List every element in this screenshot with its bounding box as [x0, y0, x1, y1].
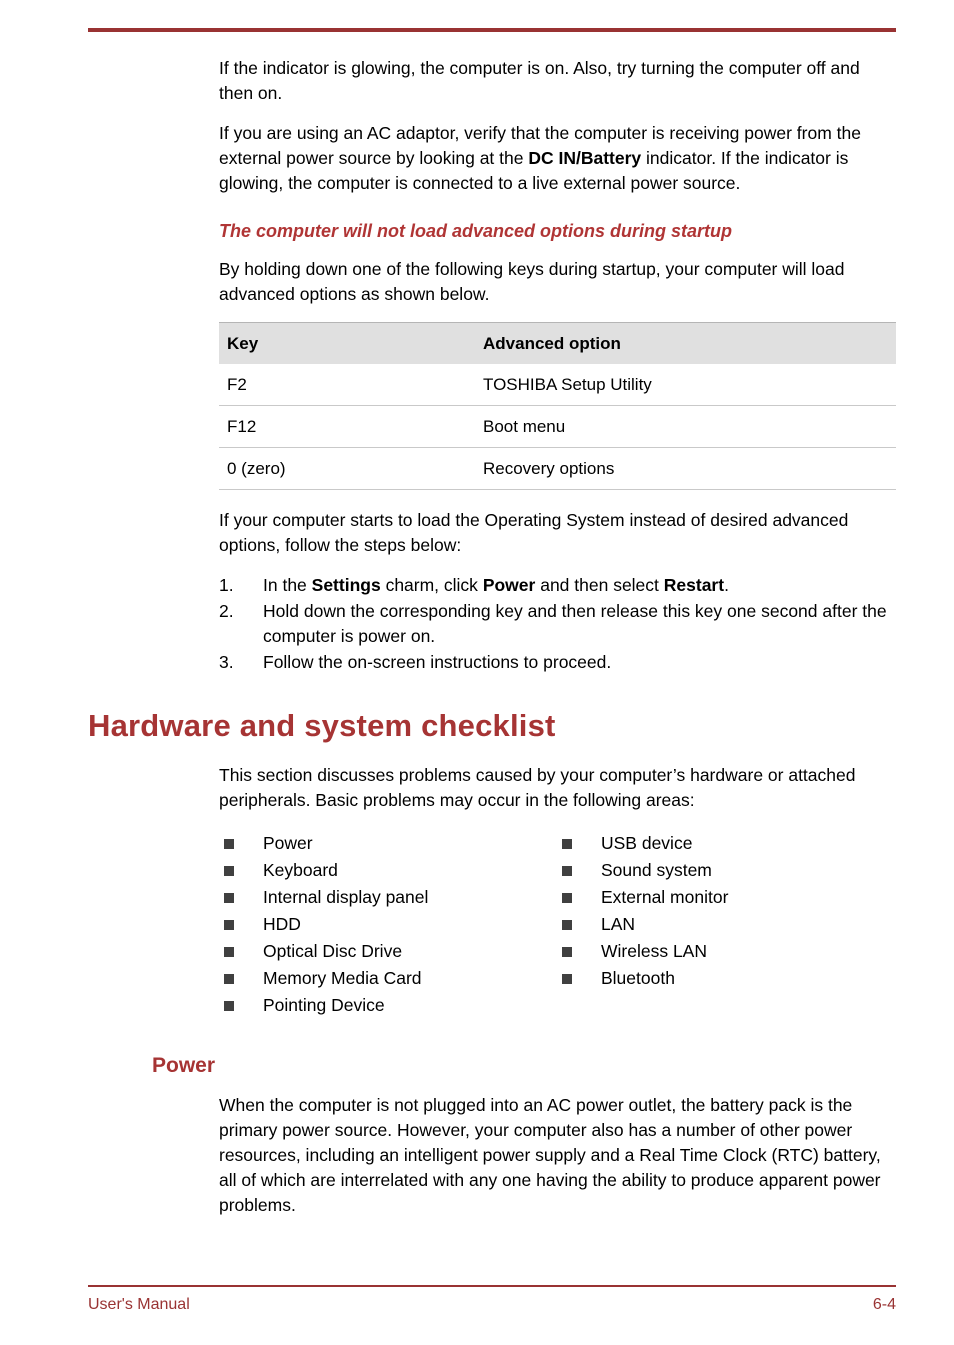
column-header-advanced-option: Advanced option [475, 322, 896, 364]
step-emphasis-power: Power [482, 575, 536, 595]
table-row: F12 Boot menu [219, 405, 896, 448]
square-bullet-icon [224, 866, 234, 876]
square-bullet-icon [562, 974, 572, 984]
square-bullet-icon [224, 1001, 234, 1011]
list-item: 3. Follow the on-screen instructions to p… [0, 650, 954, 675]
list-item: Keyboard [219, 857, 557, 884]
step-number: 3. [219, 652, 234, 672]
square-bullet-icon [562, 839, 572, 849]
ordered-steps-list: 1. In the Settings charm, click Power and… [0, 573, 954, 675]
paragraph-ac-adaptor: If you are using an AC adaptor, verify t… [0, 121, 954, 196]
subsection-heading-advanced-options: The computer will not load advanced opti… [219, 221, 733, 241]
square-bullet-icon [224, 893, 234, 903]
list-item: 1. In the Settings charm, click Power and… [0, 573, 954, 598]
step-text-3: and then select [535, 575, 664, 595]
table-header-row: Key Advanced option [219, 322, 896, 364]
footer-page-number: 6-4 [872, 1296, 896, 1313]
list-item: External monitor [557, 884, 895, 911]
column-header-key: Key [219, 322, 475, 364]
list-item: Bluetooth [557, 965, 895, 992]
checklist-label: Wireless LAN [601, 941, 707, 961]
page-footer: User's Manual 6-4 [88, 1294, 896, 1316]
checklist-column-right: USB device Sound system External monitor… [557, 830, 895, 1019]
paragraph-steps-intro: If your computer starts to load the Oper… [219, 510, 849, 555]
checklist-label: Pointing Device [263, 995, 385, 1015]
list-item: LAN [557, 911, 895, 938]
list-item: Optical Disc Drive [219, 938, 557, 965]
square-bullet-icon [224, 839, 234, 849]
checklist-label: Optical Disc Drive [263, 941, 403, 961]
checklist-list-right: USB device Sound system External monitor… [557, 830, 895, 992]
footer-manual-label: User's Manual [88, 1296, 190, 1313]
step-text-1: Hold down the corresponding key and then… [263, 601, 887, 646]
header-rule [88, 28, 896, 32]
checklist-label: Power [263, 833, 313, 853]
cell-key: F2 [227, 375, 247, 394]
cell-key: F12 [219, 405, 475, 448]
checklist-label: HDD [263, 914, 301, 934]
cell-advanced-option: TOSHIBA Setup Utility [483, 375, 652, 394]
square-bullet-icon [562, 920, 572, 930]
square-bullet-icon [224, 920, 234, 930]
checklist-label: Keyboard [263, 860, 338, 880]
document-page: If the indicator is glowing, the compute… [0, 0, 954, 1345]
checklist-list-left: Power Keyboard Internal display panel HD… [219, 830, 557, 1019]
list-item: Power [219, 830, 557, 857]
cell-advanced-option: Recovery options [475, 447, 896, 490]
list-item: Pointing Device [219, 992, 557, 1019]
checklist-label: USB device [601, 833, 693, 853]
square-bullet-icon [224, 947, 234, 957]
step-text-1: In the [263, 575, 312, 595]
list-item: HDD [219, 911, 557, 938]
paragraph-power-description: When the computer is not plugged into an… [219, 1095, 881, 1215]
table-row: F2 TOSHIBA Setup Utility [219, 364, 896, 406]
key-table-wrapper: Key Advanced option F2 TOSHIBA Setup Uti… [0, 322, 954, 490]
step-number: 1. [219, 575, 234, 595]
checklist-label: Internal display panel [263, 887, 429, 907]
page-content: If the indicator is glowing, the compute… [0, 56, 954, 1233]
table-head: Key Advanced option [219, 322, 896, 364]
step-text-4: . [724, 575, 729, 595]
paragraph-hold-keys-intro: By holding down one of the following key… [219, 259, 845, 304]
list-item: Memory Media Card [219, 965, 557, 992]
table-body: F2 TOSHIBA Setup Utility F12 Boot menu 0… [219, 364, 896, 490]
cell-advanced-option: Boot menu [475, 405, 896, 448]
step-text-1: Follow the on-screen instructions to pro… [263, 652, 612, 672]
list-item: USB device [557, 830, 895, 857]
list-item: 2. Hold down the corresponding key and th… [0, 599, 954, 649]
square-bullet-icon [562, 947, 572, 957]
checklist-label: LAN [601, 914, 636, 934]
subsection-heading-power: Power [152, 1054, 216, 1077]
checklist-column-left: Power Keyboard Internal display panel HD… [219, 830, 557, 1019]
paragraph-indicator-glowing: If the indicator is glowing, the compute… [219, 58, 860, 103]
dc-in-battery-emphasis: DC IN/Battery [528, 148, 642, 168]
checklist-label: Bluetooth [601, 968, 675, 988]
checklist-label: Memory Media Card [263, 968, 422, 988]
cell-key: 0 (zero) [219, 447, 475, 490]
step-emphasis-restart: Restart [663, 575, 725, 595]
paragraph-section-intro: This section discusses problems caused b… [219, 765, 856, 810]
checklist-label: External monitor [601, 887, 729, 907]
footer-rule [88, 1285, 896, 1287]
list-item: Wireless LAN [557, 938, 895, 965]
step-emphasis-settings: Settings [311, 575, 381, 595]
checklist-label: Sound system [601, 860, 712, 880]
square-bullet-icon [224, 974, 234, 984]
checklist-columns: Power Keyboard Internal display panel HD… [0, 830, 954, 1019]
page-title-hardware-checklist: Hardware and system checklist [88, 708, 556, 743]
list-item: Internal display panel [219, 884, 557, 911]
step-text-2: charm, click [380, 575, 483, 595]
step-number: 2. [219, 601, 234, 621]
table-row: 0 (zero) Recovery options [219, 447, 896, 490]
list-item: Sound system [557, 857, 895, 884]
square-bullet-icon [562, 866, 572, 876]
square-bullet-icon [562, 893, 572, 903]
advanced-options-table: Key Advanced option F2 TOSHIBA Setup Uti… [219, 322, 896, 490]
